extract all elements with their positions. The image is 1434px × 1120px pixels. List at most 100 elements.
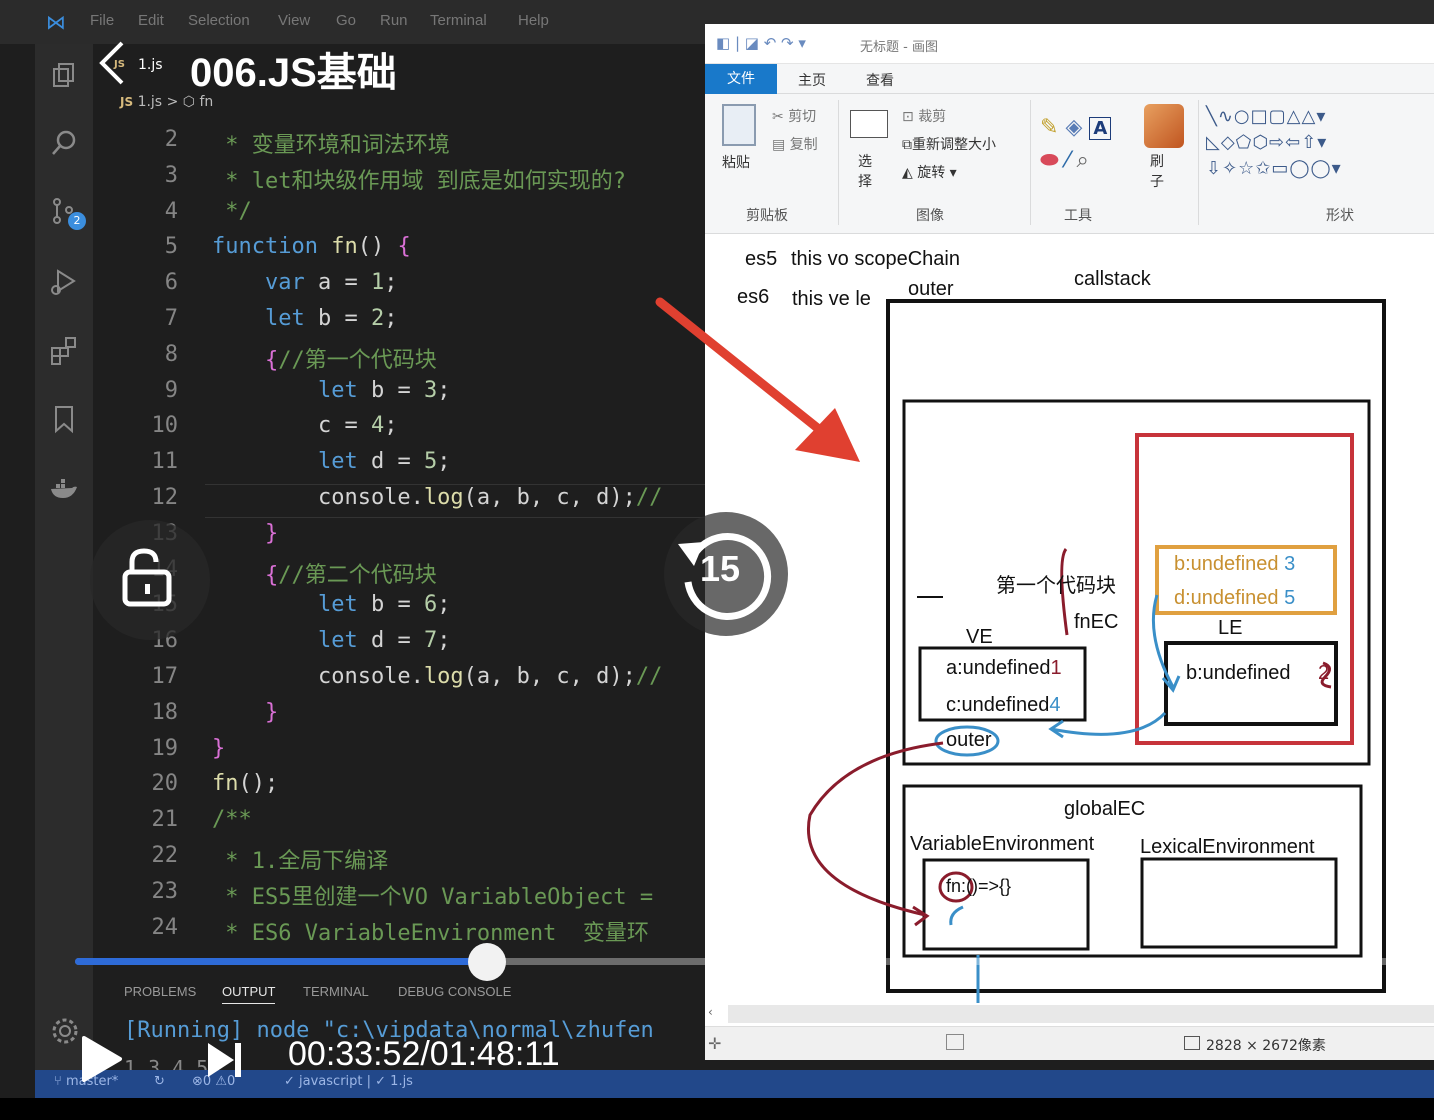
- panel-tab-problems[interactable]: PROBLEMS: [124, 984, 196, 999]
- paint-quick-access-icons[interactable]: ◧ | ◪ ↶ ↷ ▾: [716, 34, 806, 52]
- back-chevron-icon[interactable]: [92, 38, 132, 88]
- line-number: 19: [151, 735, 179, 761]
- magnifier-icon[interactable]: ⌕: [1076, 148, 1088, 173]
- select-icon[interactable]: [850, 110, 888, 138]
- code-line[interactable]: let d = 7;: [212, 628, 450, 653]
- tools-grid[interactable]: ✎ ◈ A ⬬ ⁄ ⌕: [1040, 112, 1130, 177]
- paint-tab-view[interactable]: 查看: [866, 70, 894, 90]
- code-line[interactable]: * 变量环境和词法环境: [212, 127, 450, 159]
- global-LE-box: [1140, 857, 1338, 949]
- resize-button[interactable]: ⧉重新调整大小: [902, 134, 996, 154]
- sync-icon[interactable]: ↻: [154, 1074, 165, 1089]
- code-line[interactable]: }: [212, 700, 278, 725]
- paint-tab-file[interactable]: 文件: [705, 64, 777, 94]
- code-line[interactable]: */: [212, 199, 252, 224]
- next-icon[interactable]: [204, 1040, 244, 1080]
- code-line[interactable]: let b = 3;: [212, 378, 450, 403]
- paste-icon[interactable]: [722, 104, 756, 146]
- js-file-icon: JS: [120, 95, 134, 109]
- block-b-value: 3: [1284, 553, 1296, 575]
- code-line[interactable]: let b = 6;: [212, 592, 450, 617]
- line-number: 6: [164, 270, 178, 296]
- panel-tab-output[interactable]: OUTPUT: [222, 984, 276, 1004]
- fill-icon[interactable]: ◈: [1065, 115, 1082, 140]
- cut-button[interactable]: ✂ 剪切: [772, 106, 816, 126]
- scroll-left-icon[interactable]: ‹: [708, 1005, 713, 1019]
- block-d-entry: d:undefined 5: [1174, 587, 1295, 610]
- variable-environment-label: VariableEnvironment: [910, 833, 1095, 855]
- copy-button[interactable]: ▤ 复制: [772, 134, 818, 154]
- panel-tab-terminal[interactable]: TERMINAL: [303, 984, 369, 999]
- search-icon[interactable]: [49, 128, 79, 158]
- bookmark-icon[interactable]: [49, 404, 79, 434]
- menu-go[interactable]: Go: [336, 12, 356, 29]
- code-line[interactable]: fn();: [212, 771, 278, 796]
- settings-gear-icon[interactable]: [50, 1016, 80, 1046]
- line-number: 10: [151, 413, 179, 439]
- brush-label[interactable]: 刷子: [1150, 152, 1170, 192]
- copy-icon: ▤: [772, 137, 786, 153]
- menu-selection[interactable]: Selection: [188, 12, 250, 29]
- shapes-gallery[interactable]: ╲∿○□▢△△▾ ◺◇⬠⬡⇨⇦⇧▾ ⇩✧☆✩▭◯◯▾: [1206, 104, 1416, 182]
- line-number: 7: [164, 306, 178, 331]
- code-line[interactable]: * 1.全局下编译: [212, 843, 388, 875]
- blue-arrow-outer: [1050, 711, 1167, 736]
- globalEC-label: globalEC: [1064, 798, 1146, 820]
- play-icon[interactable]: [78, 1034, 124, 1084]
- eraser-icon[interactable]: ⬬: [1040, 148, 1059, 173]
- code-line[interactable]: }: [212, 736, 225, 761]
- paint-tab-home[interactable]: 主页: [798, 70, 826, 90]
- code-line[interactable]: console.log(a, b, c, d);//: [212, 664, 662, 689]
- crop-button[interactable]: ⊡ 裁剪: [902, 106, 946, 126]
- color-picker-icon[interactable]: ⁄: [1066, 148, 1070, 173]
- video-frame: ⋈ File Edit Selection View Go Run Termin…: [0, 0, 1434, 1120]
- menu-file[interactable]: File: [90, 12, 114, 29]
- horizontal-scrollbar[interactable]: [728, 1005, 1434, 1023]
- group-tools-label: 工具: [1064, 208, 1092, 224]
- cursor-position-icon: ✛: [708, 1034, 722, 1053]
- editor-tab-label[interactable]: 1.js: [138, 57, 163, 73]
- code-line[interactable]: }: [212, 521, 278, 546]
- docker-icon[interactable]: [49, 474, 79, 504]
- menu-run[interactable]: Run: [380, 12, 408, 29]
- code-line[interactable]: c = 4;: [212, 413, 398, 438]
- menu-help[interactable]: Help: [518, 12, 549, 29]
- code-line[interactable]: let d = 5;: [212, 449, 450, 474]
- outer-label: outer: [946, 729, 992, 751]
- run-debug-icon[interactable]: [49, 266, 79, 296]
- menu-view[interactable]: View: [278, 12, 310, 29]
- ve-a-entry: a:undefined1: [946, 657, 1062, 680]
- paste-label[interactable]: 粘贴: [722, 152, 750, 172]
- code-line[interactable]: /**: [212, 807, 252, 832]
- unlock-icon: [122, 548, 172, 607]
- rotate-button[interactable]: ◭ 旋转 ▾: [902, 162, 957, 182]
- select-label[interactable]: 选择: [858, 152, 878, 192]
- es5-label: es5: [745, 248, 778, 270]
- explorer-icon[interactable]: [49, 60, 79, 90]
- block-label: 第一个代码块: [996, 575, 1116, 597]
- menu-edit[interactable]: Edit: [138, 12, 164, 29]
- code-line[interactable]: * ES5里创建一个VO VariableObject =: [212, 879, 653, 911]
- code-line[interactable]: {//第一个代码块: [212, 342, 437, 374]
- line-number: 17: [151, 664, 179, 689]
- code-line[interactable]: var a = 1;: [212, 270, 397, 295]
- code-line[interactable]: * let和块级作用域 到底是如何实现的?: [212, 163, 626, 195]
- brush-icon[interactable]: [1144, 104, 1184, 148]
- resize-icon: ⧉: [902, 137, 912, 153]
- text-tool-icon[interactable]: A: [1089, 117, 1112, 140]
- status-language[interactable]: ✓ javascript | ✓ 1.js: [284, 1074, 413, 1089]
- crop-label: 裁剪: [918, 109, 947, 125]
- code-line[interactable]: * ES6 VariableEnvironment 变量环: [212, 915, 649, 947]
- bottom-black-bar: [0, 1098, 1434, 1120]
- code-line[interactable]: function fn() {: [212, 234, 411, 259]
- code-line[interactable]: let b = 2;: [212, 306, 397, 331]
- pencil-icon[interactable]: ✎: [1040, 115, 1058, 140]
- extensions-icon[interactable]: [49, 336, 79, 366]
- progress-knob[interactable]: [467, 943, 506, 981]
- panel-tab-debug-console[interactable]: DEBUG CONSOLE: [398, 984, 511, 999]
- status-file-name: 1.js: [390, 1074, 413, 1089]
- breadcrumb-file[interactable]: 1.js: [138, 94, 163, 110]
- menu-terminal[interactable]: Terminal: [430, 12, 487, 29]
- canvas-size-icon: [1184, 1036, 1200, 1050]
- code-line[interactable]: {//第二个代码块: [212, 557, 437, 589]
